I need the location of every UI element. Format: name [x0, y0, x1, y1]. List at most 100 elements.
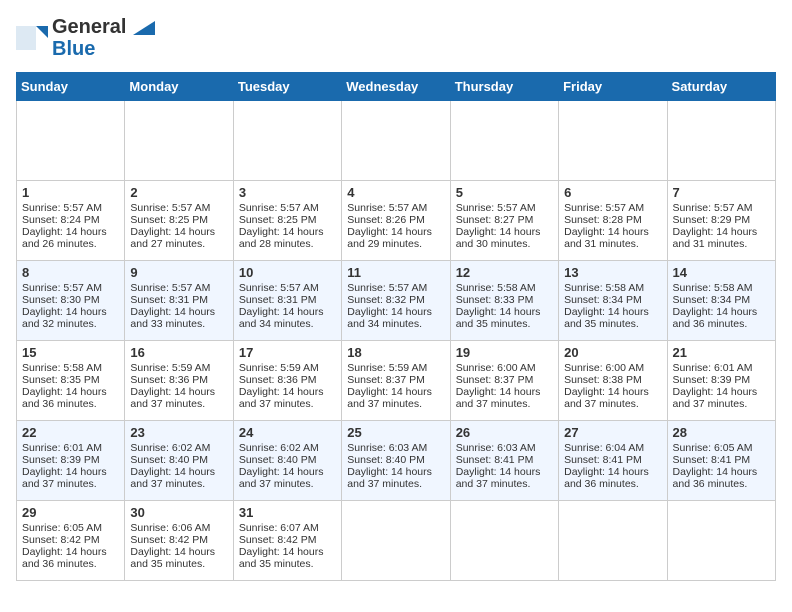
cell-info: Sunset: 8:37 PM: [347, 374, 444, 386]
calendar-cell: [125, 101, 233, 181]
calendar-cell: [233, 101, 341, 181]
cell-info: Daylight: 14 hours and 31 minutes.: [564, 226, 661, 250]
cell-info: Sunrise: 6:05 AM: [22, 522, 119, 534]
cell-info: Sunrise: 6:02 AM: [130, 442, 227, 454]
calendar-cell: [559, 501, 667, 581]
cell-info: Sunset: 8:41 PM: [456, 454, 553, 466]
cell-info: Sunset: 8:40 PM: [130, 454, 227, 466]
calendar-table: SundayMondayTuesdayWednesdayThursdayFrid…: [16, 72, 776, 581]
cell-info: Sunset: 8:30 PM: [22, 294, 119, 306]
cell-info: Sunset: 8:27 PM: [456, 214, 553, 226]
cell-info: Sunrise: 5:57 AM: [130, 202, 227, 214]
calendar-cell: [667, 501, 775, 581]
week-row-2: 8Sunrise: 5:57 AMSunset: 8:30 PMDaylight…: [17, 261, 776, 341]
calendar-cell: 6 Sunrise: 5:57 AMSunset: 8:28 PMDaylight…: [559, 181, 667, 261]
day-number: 28: [673, 425, 770, 440]
cell-info: Sunrise: 5:58 AM: [673, 282, 770, 294]
cell-info: Sunset: 8:38 PM: [564, 374, 661, 386]
day-number: 9: [130, 265, 227, 280]
cell-info: Sunset: 8:31 PM: [130, 294, 227, 306]
calendar-cell: 24Sunrise: 6:02 AMSunset: 8:40 PMDayligh…: [233, 421, 341, 501]
cell-info: Sunset: 8:40 PM: [347, 454, 444, 466]
cell-info: Sunrise: 6:02 AM: [239, 442, 336, 454]
day-number: 22: [22, 425, 119, 440]
calendar-cell: 3Sunrise: 5:57 AMSunset: 8:25 PMDaylight…: [233, 181, 341, 261]
cell-info: Sunrise: 6:01 AM: [22, 442, 119, 454]
day-number: 24: [239, 425, 336, 440]
cell-info: Sunset: 8:25 PM: [239, 214, 336, 226]
cell-info: Sunrise: 5:59 AM: [239, 362, 336, 374]
day-number: 30: [130, 505, 227, 520]
logo-wing-icon: [133, 21, 155, 35]
page-header: General Blue: [16, 16, 776, 60]
day-number: 11: [347, 265, 444, 280]
cell-info: Daylight: 14 hours and 35 minutes.: [130, 546, 227, 570]
calendar-cell: 2Sunrise: 5:57 AMSunset: 8:25 PMDaylight…: [125, 181, 233, 261]
cell-info: Sunset: 8:42 PM: [22, 534, 119, 546]
week-row-3: 15Sunrise: 5:58 AMSunset: 8:35 PMDayligh…: [17, 341, 776, 421]
header-friday: Friday: [559, 73, 667, 101]
cell-info: Sunrise: 6:00 AM: [564, 362, 661, 374]
calendar-cell: 25Sunrise: 6:03 AMSunset: 8:40 PMDayligh…: [342, 421, 450, 501]
day-number: 13: [564, 265, 661, 280]
cell-info: Daylight: 14 hours and 26 minutes.: [22, 226, 119, 250]
cell-info: Sunrise: 5:59 AM: [130, 362, 227, 374]
header-saturday: Saturday: [667, 73, 775, 101]
cell-info: Sunrise: 5:58 AM: [22, 362, 119, 374]
cell-info: Daylight: 14 hours and 32 minutes.: [22, 306, 119, 330]
cell-info: Sunset: 8:26 PM: [347, 214, 444, 226]
cell-info: Sunset: 8:40 PM: [239, 454, 336, 466]
calendar-cell: 9Sunrise: 5:57 AMSunset: 8:31 PMDaylight…: [125, 261, 233, 341]
cell-info: Sunrise: 6:03 AM: [456, 442, 553, 454]
logo-general: General: [52, 16, 126, 38]
calendar-cell: [450, 501, 558, 581]
header-thursday: Thursday: [450, 73, 558, 101]
day-number: 15: [22, 345, 119, 360]
logo-blue: Blue: [52, 38, 155, 60]
cell-info: Daylight: 14 hours and 36 minutes.: [673, 306, 770, 330]
cell-info: Sunrise: 6:07 AM: [239, 522, 336, 534]
calendar-cell: 16Sunrise: 5:59 AMSunset: 8:36 PMDayligh…: [125, 341, 233, 421]
calendar-cell: 22Sunrise: 6:01 AMSunset: 8:39 PMDayligh…: [17, 421, 125, 501]
day-number: 6: [564, 185, 661, 200]
cell-info: Sunrise: 5:57 AM: [347, 202, 444, 214]
calendar-cell: 29Sunrise: 6:05 AMSunset: 8:42 PMDayligh…: [17, 501, 125, 581]
cell-info: Sunset: 8:37 PM: [456, 374, 553, 386]
cell-info: Sunrise: 5:57 AM: [22, 282, 119, 294]
cell-info: Sunset: 8:39 PM: [22, 454, 119, 466]
cell-info: Daylight: 14 hours and 37 minutes.: [456, 466, 553, 490]
calendar-cell: 7Sunrise: 5:57 AMSunset: 8:29 PMDaylight…: [667, 181, 775, 261]
day-number: 8: [22, 265, 119, 280]
day-number: 20: [564, 345, 661, 360]
week-row-1: 1Sunrise: 5:57 AMSunset: 8:24 PMDaylight…: [17, 181, 776, 261]
day-number: 7: [673, 185, 770, 200]
calendar-cell: 1Sunrise: 5:57 AMSunset: 8:24 PMDaylight…: [17, 181, 125, 261]
day-number: 1: [22, 185, 119, 200]
calendar-cell: 30Sunrise: 6:06 AMSunset: 8:42 PMDayligh…: [125, 501, 233, 581]
cell-info: Daylight: 14 hours and 33 minutes.: [130, 306, 227, 330]
logo-icon: [16, 22, 48, 54]
cell-info: Sunset: 8:36 PM: [239, 374, 336, 386]
day-number: 3: [239, 185, 336, 200]
cell-info: Daylight: 14 hours and 34 minutes.: [347, 306, 444, 330]
day-number: 26: [456, 425, 553, 440]
calendar-cell: [559, 101, 667, 181]
day-number: 29: [22, 505, 119, 520]
day-number: 27: [564, 425, 661, 440]
calendar-cell: [17, 101, 125, 181]
cell-info: Sunrise: 6:05 AM: [673, 442, 770, 454]
day-number: 23: [130, 425, 227, 440]
cell-info: Sunset: 8:41 PM: [564, 454, 661, 466]
cell-info: Sunset: 8:39 PM: [673, 374, 770, 386]
cell-info: Sunrise: 5:57 AM: [564, 202, 661, 214]
cell-info: Sunset: 8:28 PM: [564, 214, 661, 226]
logo: General Blue: [16, 16, 155, 60]
cell-info: Sunrise: 6:06 AM: [130, 522, 227, 534]
calendar-cell: 15Sunrise: 5:58 AMSunset: 8:35 PMDayligh…: [17, 341, 125, 421]
cell-info: Sunset: 8:33 PM: [456, 294, 553, 306]
calendar-cell: 5Sunrise: 5:57 AMSunset: 8:27 PMDaylight…: [450, 181, 558, 261]
cell-info: Daylight: 14 hours and 28 minutes.: [239, 226, 336, 250]
cell-info: Sunset: 8:31 PM: [239, 294, 336, 306]
cell-info: Daylight: 14 hours and 35 minutes.: [564, 306, 661, 330]
cell-info: Sunrise: 5:57 AM: [22, 202, 119, 214]
